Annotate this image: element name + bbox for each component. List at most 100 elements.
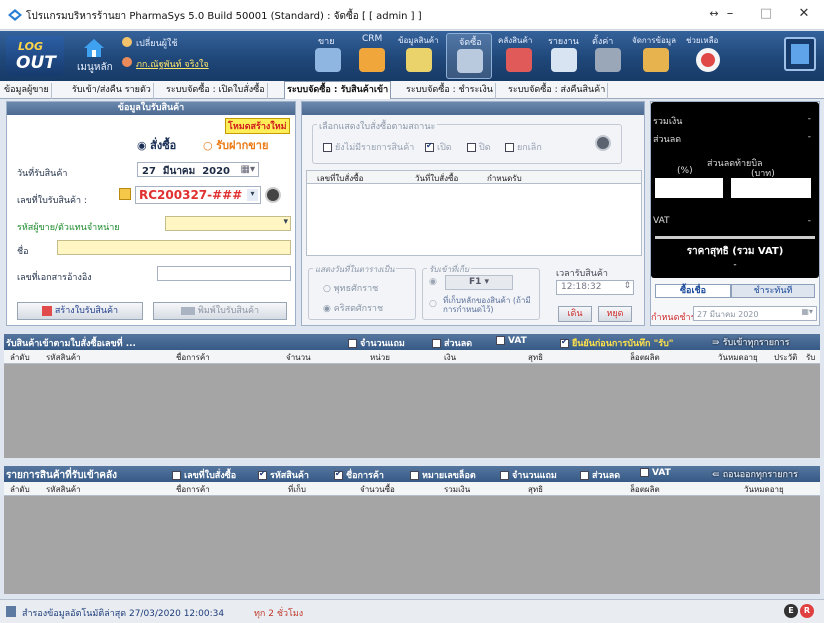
- maximize-button[interactable]: □: [752, 4, 780, 26]
- col2-trade-name[interactable]: ชื่อการค้า: [176, 483, 210, 496]
- col-quantity[interactable]: จำนวน: [286, 351, 311, 364]
- col2-location[interactable]: ที่เก็บ: [288, 483, 306, 496]
- radio-store-select[interactable]: ◉: [429, 277, 437, 287]
- col2-net[interactable]: สุทธิ: [528, 483, 543, 496]
- time-spinner-icon[interactable]: ⇕: [623, 281, 631, 291]
- chk-trade-name[interactable]: ชื่อการค้า: [334, 468, 384, 482]
- col-lot[interactable]: ล็อตผลิต: [630, 351, 660, 364]
- po-col-number[interactable]: เลขที่ใบสั่งซื้อ: [317, 172, 363, 185]
- ribbon-crm[interactable]: CRM: [352, 34, 392, 78]
- tab-vendor[interactable]: ข้อมูลผู้ขาย: [2, 83, 52, 99]
- received-grid[interactable]: [4, 496, 820, 594]
- tab-open-po[interactable]: ระบบจัดซื้อ : เปิดใบสั่งซื้อ: [164, 83, 268, 99]
- ribbon-purchasing[interactable]: จัดซื้อ: [446, 33, 492, 79]
- col2-lot[interactable]: ล็อตผลิต: [630, 483, 660, 496]
- store-select[interactable]: F1 ▾: [445, 275, 513, 290]
- ribbon-data-management[interactable]: จัดการข้อมูล: [632, 34, 680, 78]
- home-icon: [84, 39, 104, 57]
- chk-confirm-receive[interactable]: ยืนยันก่อนการบันทึก "รับ": [560, 336, 674, 350]
- radio-consign[interactable]: ○ รับฝากขาย: [203, 136, 268, 154]
- e-icon[interactable]: E: [784, 604, 798, 618]
- tab-receive-goods[interactable]: ระบบจัดซื้อ : รับสินค้าเข้า: [284, 81, 392, 99]
- reference-field[interactable]: [157, 266, 291, 281]
- chk-discount[interactable]: ส่วนลด: [432, 336, 472, 350]
- col-seq[interactable]: ลำดับ: [10, 351, 30, 364]
- col-net[interactable]: สุทธิ: [528, 351, 543, 364]
- purchasing-icon: [457, 49, 483, 73]
- ribbon-settings[interactable]: ตั้งค่า: [588, 34, 628, 78]
- r-icon[interactable]: R: [800, 604, 814, 618]
- chk-vat-2-label: VAT: [652, 468, 671, 478]
- radio-purchase[interactable]: ◉ สั่งซื้อ: [137, 136, 176, 154]
- tab-credit[interactable]: ซื้อเชื่อ: [655, 284, 731, 298]
- chk-vat-2[interactable]: VAT: [640, 468, 671, 478]
- create-receipt-button[interactable]: สร้างใบรับสินค้า: [17, 302, 143, 320]
- close-button[interactable]: ✕: [790, 4, 818, 26]
- start-time-button[interactable]: เดิน: [558, 306, 592, 322]
- ribbon-help[interactable]: ช่วยเหลือ: [684, 34, 732, 78]
- po-col-date[interactable]: วันที่ใบสั่งซื้อ: [415, 172, 458, 185]
- ribbon-sales[interactable]: ขาย: [308, 34, 348, 78]
- refresh-icon[interactable]: [265, 187, 281, 203]
- radio-buddhist[interactable]: ○ พุทธศักราช: [323, 281, 378, 295]
- chk-free-qty-2[interactable]: จำนวนแถม: [500, 468, 557, 482]
- ribbon-inventory[interactable]: คลังสินค้า: [496, 34, 542, 78]
- filter-open[interactable]: เปิด: [425, 140, 452, 154]
- totals-divider: [655, 236, 815, 239]
- receive-all-button[interactable]: ⇛ รับเข้าทุกรายการ: [712, 335, 789, 349]
- print-receipt-button[interactable]: พิมพ์ใบรับสินค้า: [153, 302, 287, 320]
- bill-discount-baht-input[interactable]: [731, 178, 811, 198]
- chk-free-qty[interactable]: จำนวนแถม: [348, 336, 405, 350]
- calendar-icon[interactable]: ▦▾: [241, 164, 255, 175]
- vendor-select[interactable]: ▾: [165, 216, 291, 231]
- vendor-chevron-icon[interactable]: ▾: [283, 217, 288, 227]
- vendor-name-field[interactable]: [57, 240, 291, 255]
- chk-lot-number[interactable]: หมายเลขล็อต: [410, 468, 476, 482]
- filter-no-items[interactable]: ยังไม่มีรายการสินค้า: [323, 140, 414, 154]
- chevron-down-icon[interactable]: ▾: [247, 189, 258, 201]
- status-bar: สำรองข้อมูลอัตโนมัติล่าสุด 27/03/2020 12…: [0, 599, 824, 623]
- doc-number-select[interactable]: RC200327-### ▾: [135, 186, 261, 204]
- col-expiry[interactable]: วันหมดอายุ: [718, 351, 758, 364]
- col-history[interactable]: ประวัติ: [774, 351, 797, 364]
- tab-pay-now[interactable]: ชำระทันที: [731, 284, 815, 298]
- filter-closed[interactable]: ปิด: [467, 140, 491, 154]
- receive-time-field[interactable]: 12:18:32 ⇕: [556, 280, 634, 295]
- filter-refresh-icon[interactable]: [595, 135, 611, 151]
- chk-po-number[interactable]: เลขที่ใบสั่งซื้อ: [172, 468, 236, 482]
- col2-seq[interactable]: ลำดับ: [10, 483, 30, 496]
- chk-vat[interactable]: VAT: [496, 336, 527, 346]
- po-col-due[interactable]: กำหนดรับ: [487, 172, 522, 185]
- chk-discount-2[interactable]: ส่วนลด: [580, 468, 620, 482]
- col-unit[interactable]: หน่วย: [370, 351, 390, 364]
- receive-grid[interactable]: [4, 364, 820, 458]
- col-receive[interactable]: รับ: [806, 351, 815, 364]
- stop-time-button[interactable]: หยุด: [598, 306, 632, 322]
- status-filter-legend: เลือกแสดงใบสั่งซื้อตามสถานะ: [317, 119, 438, 133]
- bill-discount-percent-input[interactable]: [655, 178, 723, 198]
- tab-payment[interactable]: ระบบจัดซื้อ : ชำระเงิน: [404, 83, 496, 99]
- col-trade-name[interactable]: ชื่อการค้า: [176, 351, 210, 364]
- tab-receive-return-item[interactable]: รับเข้า/ส่งคืน รายตัว: [70, 83, 154, 99]
- due-date-picker[interactable]: 27 มีนาคม 2020 ▦▾: [693, 306, 817, 321]
- col2-expiry[interactable]: วันหมดอายุ: [744, 483, 784, 496]
- radio-christian[interactable]: ◉ คริสตศักราช: [323, 301, 383, 315]
- col-product-code[interactable]: รหัสสินค้า: [46, 351, 81, 364]
- col2-product-code[interactable]: รหัสสินค้า: [46, 483, 81, 496]
- col-amount[interactable]: เงิน: [444, 351, 456, 364]
- tab-return-goods[interactable]: ระบบจัดซื้อ : ส่งคืนสินค้า: [506, 83, 609, 99]
- receipt-date-picker[interactable]: 27 มีนาคม 2020 ▦▾: [137, 162, 259, 177]
- home-button[interactable]: เมนูหลัก: [74, 36, 114, 76]
- minimize-button[interactable]: –: [716, 4, 744, 26]
- col2-total[interactable]: รวมเงิน: [444, 483, 470, 496]
- ribbon-reports[interactable]: รายงาน: [544, 34, 584, 78]
- desktop-button[interactable]: [784, 37, 816, 71]
- chk-product-code[interactable]: รหัสสินค้า: [258, 468, 309, 482]
- col2-order-qty[interactable]: จำนวนซื้อ: [360, 483, 395, 496]
- filter-cancelled[interactable]: ยกเลิก: [505, 140, 542, 154]
- radio-store-default[interactable]: ○: [429, 299, 437, 309]
- logout-button[interactable]: LOG OUT: [6, 36, 64, 76]
- due-calendar-icon[interactable]: ▦▾: [801, 307, 813, 316]
- withdraw-all-button[interactable]: ⇚ ถอนออกทุกรายการ: [712, 467, 798, 481]
- ribbon-products[interactable]: ข้อมูลสินค้า: [396, 34, 442, 78]
